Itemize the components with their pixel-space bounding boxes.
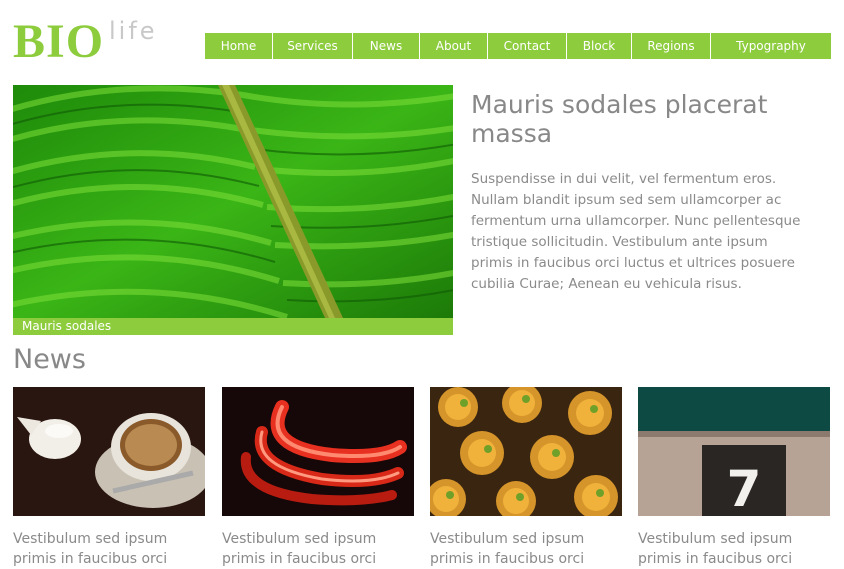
logo-life-text: life — [109, 17, 158, 45]
nav-item-news[interactable]: News — [353, 33, 420, 59]
news-item[interactable]: Vestibulum sed ipsum primis in faucibus … — [222, 387, 414, 569]
hero-caption: Mauris sodales — [13, 318, 453, 335]
news-item[interactable]: 7 Vestibulum sed ipsum primis in faucibu… — [638, 387, 830, 569]
nav-item-typography[interactable]: Typography — [711, 33, 831, 59]
feature-body: Suspendisse in dui velit, vel fermentum … — [471, 171, 801, 292]
news-thumb-number-seven[interactable]: 7 — [638, 387, 830, 516]
nav-item-home[interactable]: Home — [205, 33, 273, 59]
news-item-text[interactable]: Vestibulum sed ipsum primis in faucibus … — [430, 529, 622, 569]
news-thumb-tarts[interactable] — [430, 387, 622, 516]
nav-item-services[interactable]: Services — [273, 33, 353, 59]
logo-bio-text: BIO — [13, 15, 105, 68]
thumb-number-text: 7 — [727, 460, 762, 516]
news-item-text[interactable]: Vestibulum sed ipsum primis in faucibus … — [638, 529, 830, 569]
news-item-text[interactable]: Vestibulum sed ipsum primis in faucibus … — [222, 529, 414, 569]
news-thumb-red-lights[interactable] — [222, 387, 414, 516]
nav-item-about[interactable]: About — [420, 33, 488, 59]
news-item[interactable]: Vestibulum sed ipsum primis in faucibus … — [430, 387, 622, 569]
main-nav: Home Services News About Contact Block R… — [205, 33, 831, 59]
nav-item-contact[interactable]: Contact — [488, 33, 567, 59]
news-thumb-coffee[interactable] — [13, 387, 205, 516]
feature-title: Mauris sodales placerat massa — [471, 90, 768, 148]
news-item-text[interactable]: Vestibulum sed ipsum primis in faucibus … — [13, 529, 205, 569]
nav-item-regions[interactable]: Regions — [632, 33, 711, 59]
hero-image-palm-leaf — [13, 85, 453, 318]
nav-item-block[interactable]: Block — [567, 33, 632, 59]
news-item[interactable]: Vestibulum sed ipsum primis in faucibus … — [13, 387, 205, 569]
news-heading: News — [13, 344, 86, 375]
hero-slide[interactable]: Mauris sodales — [13, 85, 453, 335]
